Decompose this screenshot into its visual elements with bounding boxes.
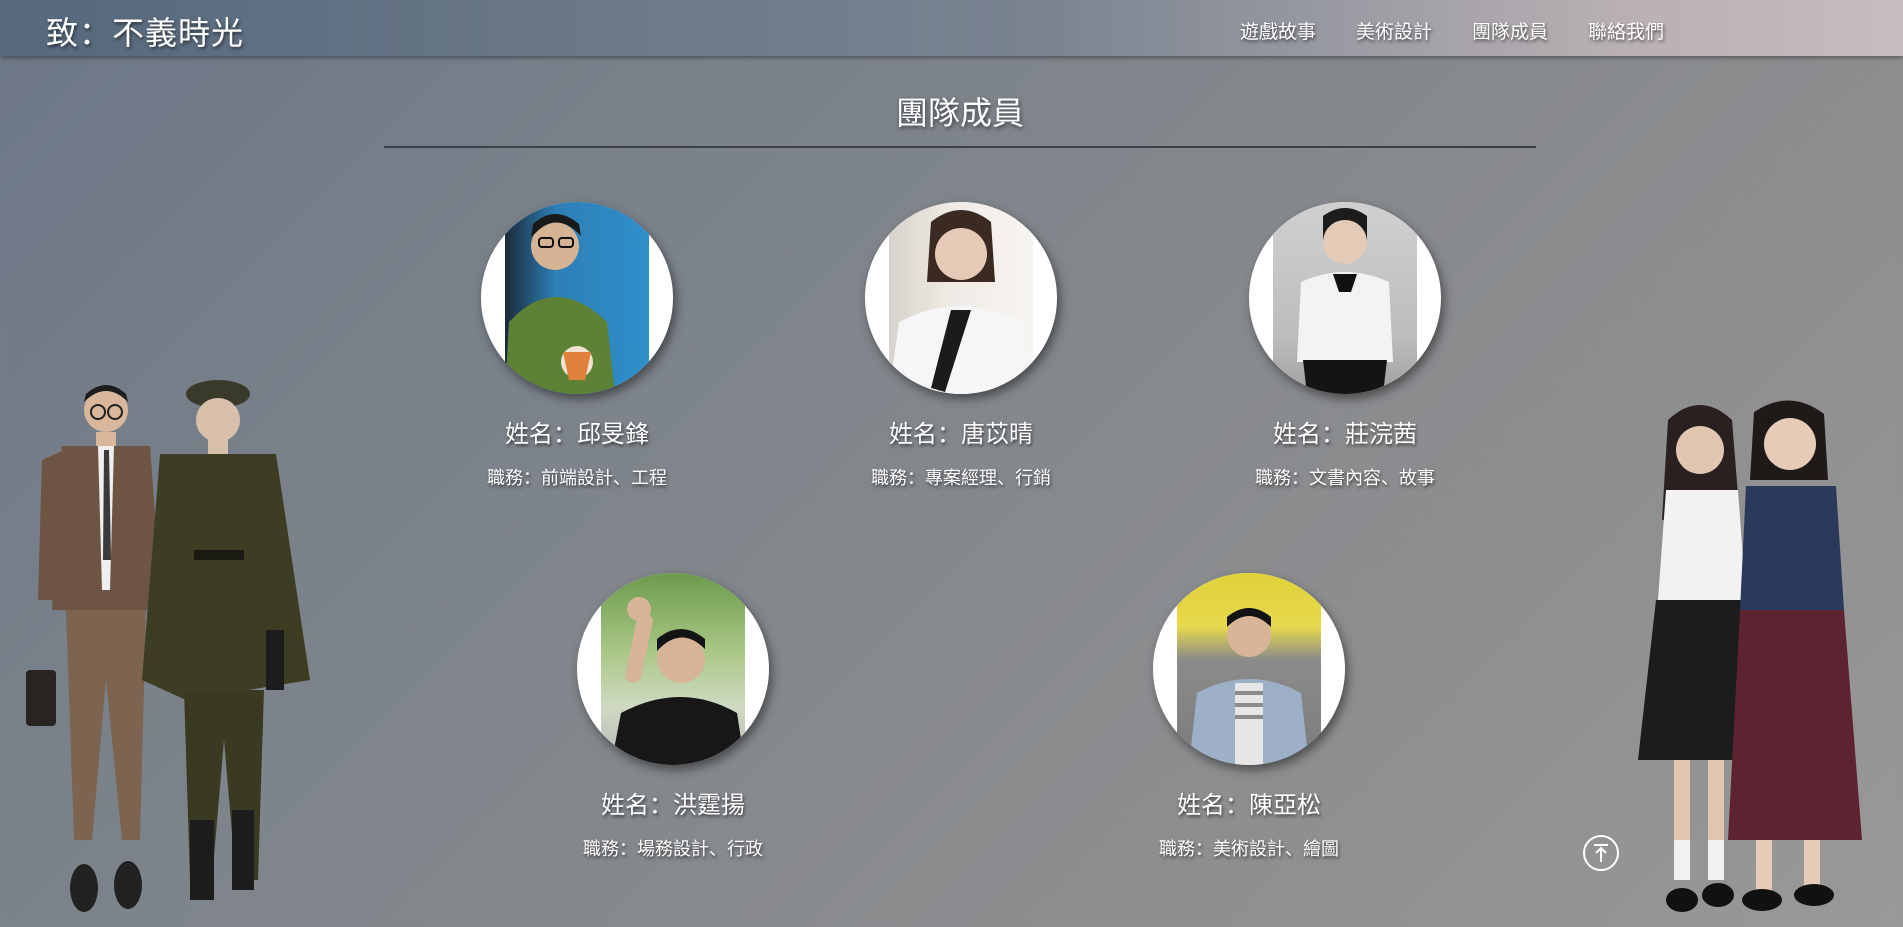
member-card: 姓名：洪霆揚 職務：場務設計、行政 (543, 573, 803, 861)
character-woman (1728, 400, 1862, 911)
member-photo-figure (889, 210, 1033, 394)
title-divider (384, 146, 1536, 148)
member-name: 姓名：唐苡晴 (889, 420, 1033, 448)
member-card: 姓名：邱旻鋒 職務：前端設計、工程 (447, 202, 707, 490)
member-role: 職務：前端設計、工程 (487, 468, 667, 489)
nav-link-game-story[interactable]: 遊戲故事 (1240, 17, 1316, 44)
member-name: 姓名：洪霆揚 (601, 791, 745, 819)
member-name: 姓名：邱旻鋒 (505, 420, 649, 448)
left-characters-illustration (26, 380, 310, 912)
member-avatar (1249, 202, 1441, 394)
member-photo (601, 573, 745, 765)
top-navbar: 致：不義時光 遊戲故事 美術設計 團隊成員 聯絡我們 (0, 0, 1903, 56)
main-nav: 遊戲故事 美術設計 團隊成員 聯絡我們 (1240, 17, 1704, 44)
member-photo (1273, 202, 1417, 394)
nav-link-team-members[interactable]: 團隊成員 (1472, 17, 1548, 44)
member-role: 職務：專案經理、行銷 (871, 468, 1051, 489)
member-photo-figure (611, 597, 745, 765)
member-avatar (481, 202, 673, 394)
character-suit-man (26, 385, 162, 912)
section-title: 團隊成員 (895, 94, 1024, 132)
member-card: 姓名：陳亞松 職務：美術設計、繪圖 (1119, 573, 1379, 861)
member-photo (1177, 573, 1321, 765)
arrow-up-to-line-icon (1594, 844, 1608, 862)
nav-link-art-design[interactable]: 美術設計 (1356, 17, 1432, 44)
member-avatar (577, 573, 769, 765)
member-card: 姓名：莊浣茜 職務：文書內容、故事 (1215, 202, 1475, 490)
member-avatar (865, 202, 1057, 394)
member-card: 姓名：唐苡晴 職務：專案經理、行銷 (831, 202, 1091, 490)
member-photo-figure (1189, 608, 1309, 765)
member-photo (505, 202, 649, 394)
site-brand[interactable]: 致：不義時光 (46, 8, 244, 54)
back-to-top-button[interactable] (1583, 835, 1619, 871)
member-photo-figure (1297, 208, 1393, 394)
member-avatar (1153, 573, 1345, 765)
member-role: 職務：場務設計、行政 (583, 839, 763, 860)
nav-link-contact-us[interactable]: 聯絡我們 (1588, 17, 1664, 44)
member-photo (889, 202, 1033, 394)
member-role: 職務：美術設計、繪圖 (1159, 839, 1339, 860)
member-name: 姓名：陳亞松 (1177, 791, 1321, 819)
member-photo-figure (505, 214, 615, 394)
member-role: 職務：文書內容、故事 (1255, 468, 1435, 489)
member-name: 姓名：莊浣茜 (1273, 420, 1417, 448)
character-officer (142, 380, 310, 900)
right-characters-illustration (1638, 400, 1862, 912)
